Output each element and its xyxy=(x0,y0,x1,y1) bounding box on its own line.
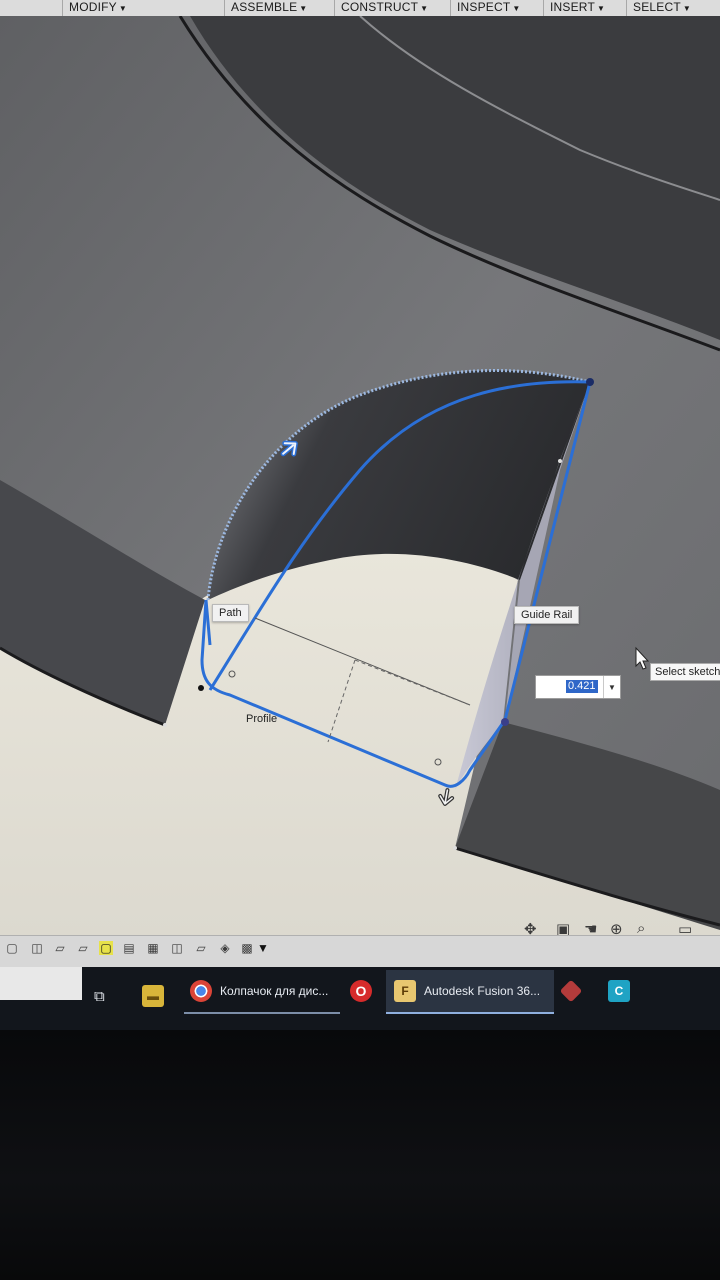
profile-point[interactable] xyxy=(198,685,204,691)
value-selection: 0.421 xyxy=(566,680,598,693)
chevron-down-icon: ▼ xyxy=(682,4,692,13)
timeline-sketch-icon[interactable]: ▱ xyxy=(53,941,67,955)
chrome-icon xyxy=(190,980,212,1002)
timeline-extrude-icon[interactable]: ◫ xyxy=(170,941,184,955)
menu-select[interactable]: SELECT ▼ xyxy=(626,0,691,16)
task-view-button[interactable]: ⧉ xyxy=(94,975,105,1017)
fusion-window-button[interactable]: F Autodesk Fusion 36... xyxy=(386,970,554,1014)
monitor-bezel xyxy=(0,1030,720,1280)
folder-icon: ▬ xyxy=(142,985,164,1007)
path-end-point[interactable] xyxy=(586,378,594,386)
gem-icon xyxy=(559,979,583,1003)
guide-point[interactable] xyxy=(501,718,509,726)
menu-modify[interactable]: MODIFY ▼ xyxy=(62,0,127,16)
timeline-extrude-icon[interactable]: ◫ xyxy=(30,941,44,955)
menu-insert[interactable]: INSERT ▼ xyxy=(543,0,605,16)
c-app-icon: C xyxy=(608,980,630,1002)
top-toolbar: MODIFY ▼ ASSEMBLE ▼ CONSTRUCT ▼ INSPECT ▼ IN… xyxy=(0,0,720,17)
file-explorer-button[interactable]: ▬ xyxy=(142,975,164,1017)
construction-point-4 xyxy=(163,723,167,727)
path-label[interactable]: Path xyxy=(212,604,249,622)
select-tooltip: Select sketch xyxy=(650,663,720,681)
chrome-window-button[interactable]: Колпачок для дис... xyxy=(184,970,340,1014)
profile-label[interactable]: Profile xyxy=(246,713,277,725)
construction-point-3 xyxy=(558,459,562,463)
chevron-down-icon: ▼ xyxy=(608,682,616,692)
timeline-body-icon[interactable]: ▤ xyxy=(122,941,136,955)
app-gem-button[interactable] xyxy=(559,970,583,1012)
menu-assemble[interactable]: ASSEMBLE ▼ xyxy=(224,0,307,16)
construction-point-5 xyxy=(453,846,457,850)
chevron-down-icon: ▼ xyxy=(420,4,429,13)
chevron-down-icon: ▼ xyxy=(118,4,127,13)
timeline-sweep-icon[interactable]: ◈ xyxy=(218,941,232,955)
chevron-down-icon: ▼ xyxy=(512,4,521,13)
chevron-down-icon: ▼ xyxy=(597,4,606,13)
screen: MODIFY ▼ ASSEMBLE ▼ CONSTRUCT ▼ INSPECT ▼ IN… xyxy=(0,0,720,1030)
menu-construct[interactable]: CONSTRUCT ▼ xyxy=(334,0,428,16)
taskbar-search-area[interactable] xyxy=(0,967,82,1000)
timeline-body-icon[interactable]: ▦ xyxy=(146,941,160,955)
timeline-marker-icon[interactable]: ▼ xyxy=(256,941,270,955)
fusion-icon: F xyxy=(394,980,416,1002)
3d-viewport[interactable] xyxy=(0,16,720,936)
timeline-sketch-icon[interactable]: ▱ xyxy=(194,941,208,955)
timeline-sketch-icon[interactable]: ▱ xyxy=(76,941,90,955)
timeline-sketch-icon[interactable]: ▢ xyxy=(5,941,19,955)
menu-inspect[interactable]: INSPECT ▼ xyxy=(450,0,521,16)
timeline-active-sketch-icon[interactable]: ▢ xyxy=(99,941,113,955)
value-dropdown-button[interactable]: ▼ xyxy=(603,676,620,698)
opera-window-button[interactable]: O xyxy=(350,970,372,1012)
task-view-icon: ⧉ xyxy=(94,987,105,1005)
chevron-down-icon: ▼ xyxy=(299,4,308,13)
guide-rail-label[interactable]: Guide Rail xyxy=(514,606,580,624)
app-c-button[interactable]: C xyxy=(608,970,630,1012)
opera-icon: O xyxy=(350,980,372,1002)
timeline-body-icon[interactable]: ▩ xyxy=(240,941,254,955)
